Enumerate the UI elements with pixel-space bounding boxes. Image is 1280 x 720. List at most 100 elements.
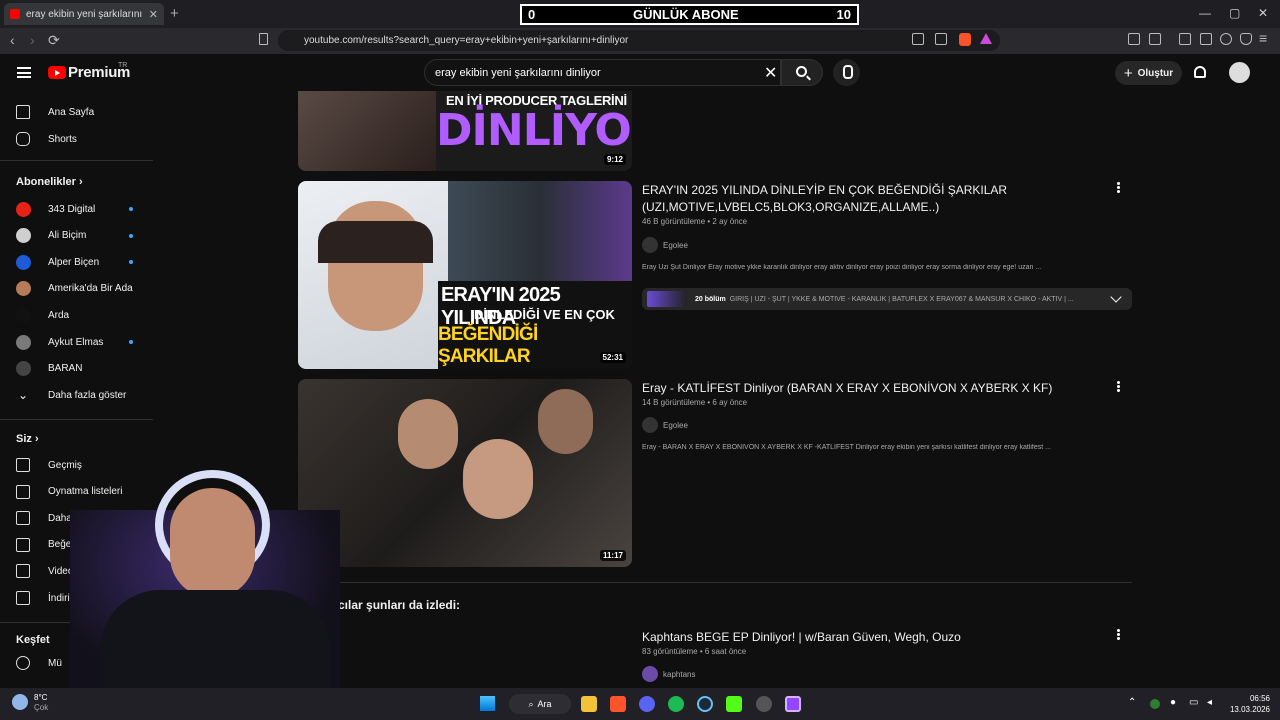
browser-menu-icon[interactable]: ≡: [1259, 30, 1267, 46]
chevron-down-icon[interactable]: [1110, 291, 1122, 303]
counter-left: 0: [528, 7, 536, 22]
browser-tab[interactable]: eray ekibin yeni şarkılarını dinliyor - …: [4, 3, 164, 25]
you-header[interactable]: Siz ›: [16, 433, 39, 445]
sidebar-item-home[interactable]: Ana Sayfa: [16, 101, 141, 123]
sidebar-channel-item[interactable]: Alper Biçen: [16, 251, 141, 273]
channel-row[interactable]: Egolee: [642, 417, 688, 433]
twitch-icon[interactable]: [785, 696, 801, 712]
obs-icon[interactable]: [756, 696, 772, 712]
shorts-icon: [16, 132, 30, 146]
taskbar-search[interactable]: ⌕ Ara: [509, 694, 571, 714]
sidebar-item-label: Mü: [48, 657, 62, 669]
wallet-icon[interactable]: [1200, 33, 1212, 45]
sidebar-toggle-icon[interactable]: [1179, 33, 1191, 45]
brave-shield-icon[interactable]: [959, 33, 971, 46]
more-options-icon[interactable]: [1117, 186, 1120, 189]
reload-icon[interactable]: ⟳: [48, 32, 60, 49]
chapters-count: 20 bölüm: [695, 295, 726, 303]
spotify-icon[interactable]: [668, 696, 684, 712]
sidebar-channel-item[interactable]: Arda: [16, 304, 141, 326]
create-label: Oluştur: [1137, 67, 1174, 79]
video-title[interactable]: Eray - KATLİFEST Dinliyor (BARAN X ERAY …: [642, 380, 1082, 397]
vpn-icon[interactable]: [1240, 33, 1252, 45]
chevron-right-icon: ›: [78, 176, 83, 188]
sidebar-channel-label: Arda: [48, 309, 70, 321]
leo-ai-icon[interactable]: [1220, 33, 1232, 45]
cast-icon[interactable]: [912, 33, 924, 45]
you-header-label: Siz: [16, 433, 32, 445]
discord-icon[interactable]: [639, 696, 655, 712]
new-tab-button[interactable]: +: [170, 5, 179, 22]
search-icon: ⌕: [528, 698, 534, 709]
view-count: 83 görüntüleme: [642, 647, 698, 656]
start-icon[interactable]: [480, 696, 495, 711]
thumbnail-face: [538, 389, 593, 454]
search-icon: [796, 66, 807, 77]
sidebar-channel-label: Aykut Elmas: [48, 336, 104, 348]
clear-search-icon[interactable]: ✕: [764, 63, 777, 83]
sidebar-channel-item[interactable]: Ali Biçim: [16, 225, 141, 247]
video-thumbnail[interactable]: ERAY'IN 2025 YILINDA DİNLEDİĞİ VE EN ÇOK…: [298, 181, 632, 369]
more-options-icon[interactable]: [1117, 633, 1120, 636]
channel-row[interactable]: kaphtans: [642, 666, 695, 682]
minimize-button[interactable]: —: [1199, 6, 1211, 20]
close-window-button[interactable]: ✕: [1258, 6, 1268, 20]
youtube-logo-icon[interactable]: [48, 66, 66, 79]
tab-close-icon[interactable]: ✕: [149, 8, 158, 21]
weather-widget[interactable]: 8°C Çok: [34, 693, 48, 713]
sidebar-channel-item[interactable]: BARAN: [16, 358, 141, 380]
new-content-dot: [129, 207, 133, 211]
network-icon[interactable]: ▭: [1189, 697, 1198, 708]
forward-icon[interactable]: ›: [30, 32, 35, 48]
brave-browser-icon[interactable]: [610, 696, 626, 712]
video-thumbnail[interactable]: EN İYİ PRODUCER TAGLERİNİ DİNLİYOR 9:12: [298, 91, 632, 171]
show-more-button[interactable]: ⌄ Daha fazla göster: [16, 384, 141, 406]
url-bar[interactable]: youtube.com/results?search_query=eray+ek…: [278, 30, 1000, 51]
taskbar-clock[interactable]: 06:56 13.03.2026: [1230, 693, 1270, 715]
weather-icon[interactable]: [12, 694, 28, 710]
more-options-icon[interactable]: [1117, 385, 1120, 388]
steam-icon[interactable]: [697, 696, 713, 712]
sidebar-channel-item[interactable]: 343 Digital: [16, 198, 141, 220]
sidebar-channel-item[interactable]: Aykut Elmas: [16, 331, 141, 353]
sidebar-channel-label: BARAN: [48, 363, 83, 375]
microphone-icon[interactable]: ●: [1170, 697, 1176, 708]
video-title[interactable]: ERAY'IN 2025 YILINDA DİNLEYİP EN ÇOK BEĞ…: [642, 182, 1082, 216]
voice-search-icon[interactable]: [833, 59, 860, 86]
new-content-dot: [129, 260, 133, 265]
channel-avatar: [16, 201, 31, 217]
sidebar-item-shorts[interactable]: Shorts: [16, 128, 141, 150]
sidebar-channel-label: Amerika'da Bir Ada: [48, 283, 133, 295]
video-thumbnail[interactable]: 11:17: [298, 379, 632, 567]
extensions-icon[interactable]: [1128, 33, 1140, 45]
sidebar-channel-label: Ali Biçim: [48, 230, 87, 242]
channel-row[interactable]: Egolee: [642, 237, 688, 253]
bookmark-icon[interactable]: [259, 33, 268, 45]
hamburger-menu-icon[interactable]: [17, 67, 31, 78]
webcam-overlay: [70, 470, 340, 688]
notifications-icon[interactable]: [1194, 66, 1206, 78]
create-button[interactable]: + Oluştur: [1115, 61, 1182, 85]
channel-avatar: [16, 334, 31, 350]
section-divider: [298, 582, 1132, 583]
share-icon[interactable]: [935, 33, 947, 45]
account-avatar[interactable]: [1229, 62, 1250, 83]
volume-icon[interactable]: ◂: [1207, 697, 1212, 708]
maximize-button[interactable]: ▢: [1229, 6, 1240, 20]
file-explorer-icon[interactable]: [581, 696, 597, 712]
sidebar-channel-item[interactable]: Amerika'da Bir Ada: [16, 278, 141, 300]
kick-icon[interactable]: [726, 696, 742, 712]
channel-avatar: [16, 228, 31, 244]
media-icon[interactable]: [1149, 33, 1161, 45]
search-input[interactable]: eray ekibin yeni şarkılarını dinliyor: [424, 59, 781, 86]
rewards-icon[interactable]: [980, 33, 992, 44]
back-icon[interactable]: ‹: [10, 32, 15, 48]
clock-date: 13.03.2026: [1229, 705, 1270, 714]
video-title[interactable]: Kaphtans BEGE EP Dinliyor! | w/Baran Güv…: [642, 629, 1082, 646]
chapters-row[interactable]: 20 bölüm GİRİŞ | UZI - ŞUT | YKKE & MOTI…: [642, 288, 1132, 310]
subscriptions-header[interactable]: Abonelikler ›: [16, 176, 83, 188]
search-button[interactable]: [781, 59, 823, 86]
tray-chevron-icon[interactable]: ⌃: [1128, 697, 1136, 708]
channel-name: kaphtans: [663, 669, 696, 679]
tray-app-icon[interactable]: [1150, 699, 1160, 709]
